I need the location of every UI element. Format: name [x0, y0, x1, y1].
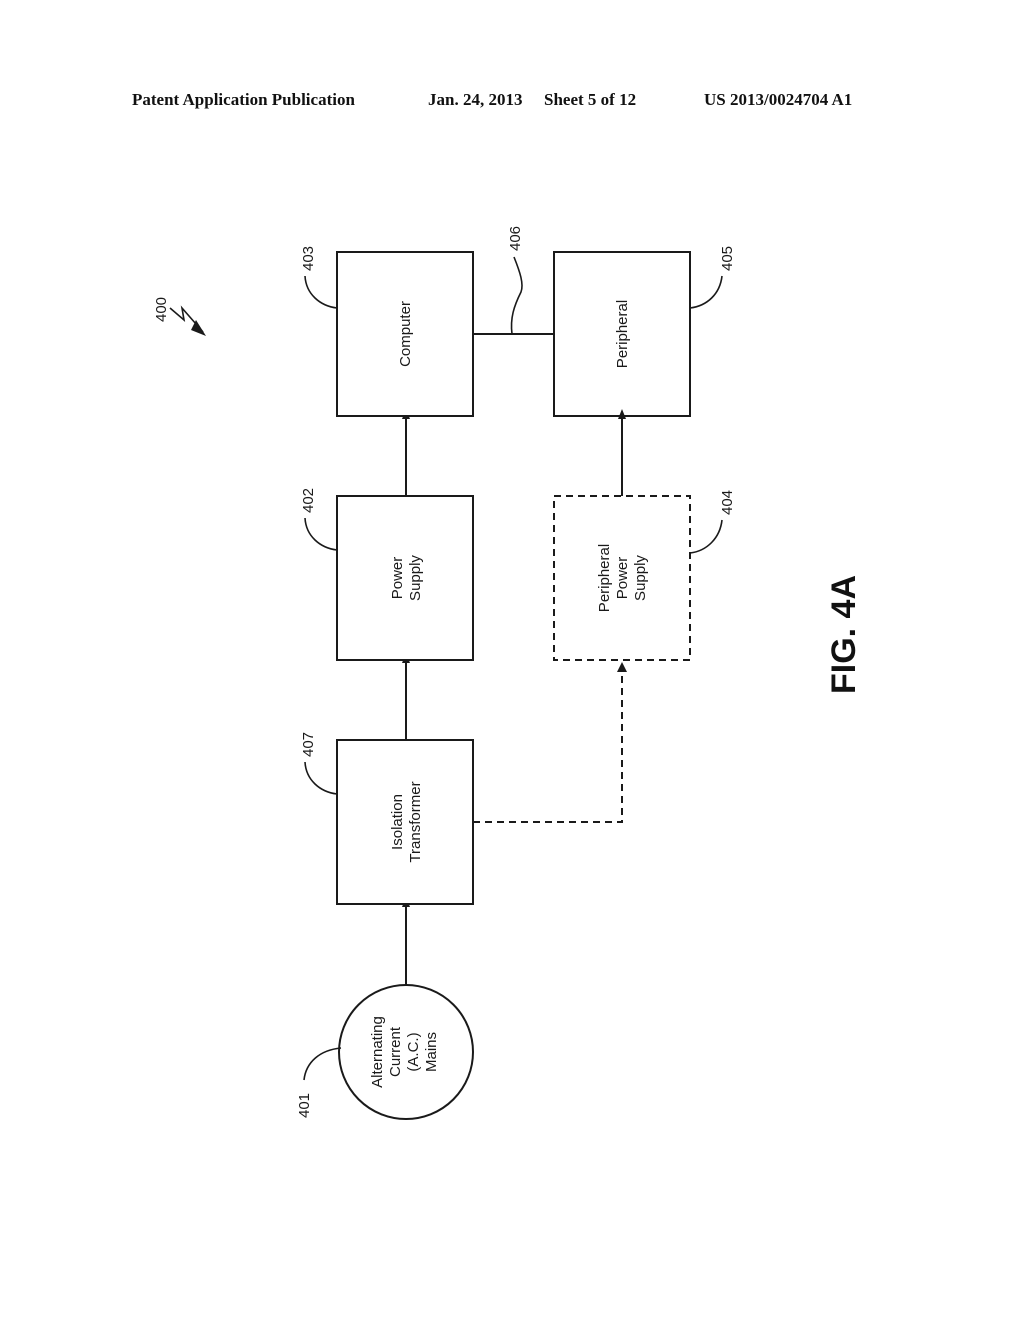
figure-label: FIG. 4A — [825, 575, 863, 694]
isolation-transformer-line-2: Transformer — [407, 781, 424, 862]
ref-407: 407 — [300, 732, 317, 757]
ref-405-leader — [689, 275, 723, 309]
isolation-transformer-line-1: Isolation — [389, 794, 406, 850]
ref-401: 401 — [296, 1093, 313, 1118]
block-isolation-transformer: Isolation Transformer 407 — [300, 732, 474, 905]
ref-400-arrowhead — [191, 320, 206, 336]
ac-mains-line-1: Alternating — [369, 1016, 386, 1088]
block-peripheral-power-supply: Peripheral Power Supply 404 — [553, 490, 736, 661]
ref-402-leader — [304, 517, 338, 551]
ref-405: 405 — [719, 246, 736, 271]
block-computer: Computer 403 — [300, 246, 474, 417]
peripheral-power-supply-line-2: Power — [614, 557, 631, 600]
ref-404: 404 — [719, 490, 736, 515]
ref-403: 403 — [300, 246, 317, 271]
block-ac-mains: Alternating Current (A.C.) Mains 401 — [296, 984, 474, 1120]
ac-mains-line-2: Current — [387, 1026, 404, 1077]
ref-406-leader — [510, 256, 523, 335]
block-power-supply: Power Supply 402 — [300, 488, 474, 661]
ac-mains-line-3: (A.C.) — [405, 1032, 422, 1071]
computer-label: Computer — [397, 301, 414, 367]
block-diagram: 400 Alternating Current (A.C.) Mains 401… — [153, 226, 863, 1120]
ref-401-leader — [303, 1047, 342, 1081]
peripheral-power-supply-line-1: Peripheral — [596, 544, 613, 612]
dashed-connection-arrowhead — [617, 662, 627, 672]
ref-404-leader — [689, 519, 723, 554]
ac-mains-line-4: Mains — [423, 1032, 440, 1072]
ref-403-leader — [304, 275, 338, 309]
dashed-connection-transformer-to-peripheral-power — [473, 664, 623, 823]
power-supply-line-2: Supply — [407, 555, 424, 601]
ref-407-leader — [304, 761, 338, 795]
ref-400: 400 — [153, 297, 170, 322]
block-peripheral: Peripheral 405 — [553, 246, 736, 417]
power-supply-line-1: Power — [389, 557, 406, 600]
ref-402: 402 — [300, 488, 317, 513]
peripheral-label: Peripheral — [614, 300, 631, 368]
ref-406: 406 — [507, 226, 524, 251]
peripheral-power-supply-line-3: Supply — [632, 555, 649, 601]
